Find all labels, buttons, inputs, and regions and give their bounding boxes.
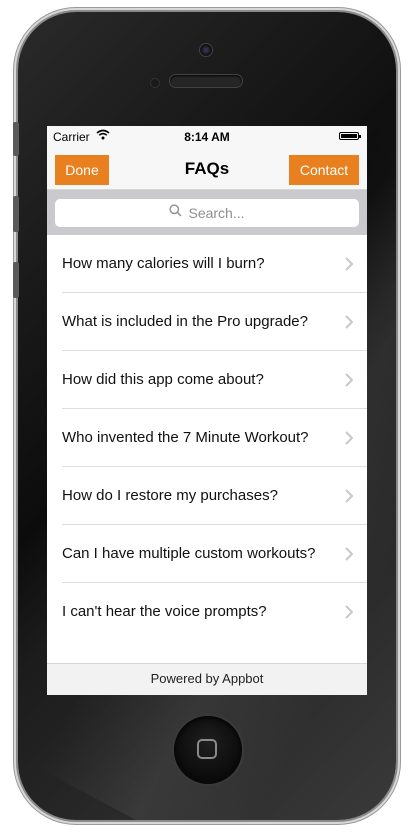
list-item[interactable]: I can't hear the voice prompts? xyxy=(47,583,367,641)
list-item[interactable]: What is included in the Pro upgrade? xyxy=(47,293,367,351)
list-item-label: How do I restore my purchases? xyxy=(62,487,278,504)
chevron-right-icon xyxy=(345,431,354,450)
status-bar: Carrier 8:14 AM xyxy=(47,126,367,146)
navigation-bar: Done FAQs Contact xyxy=(47,146,367,190)
list-item[interactable]: How did this app come about? xyxy=(47,351,367,409)
chevron-right-icon xyxy=(345,547,354,566)
search-input[interactable]: Search... xyxy=(55,199,359,227)
list-item-label: How many calories will I burn? xyxy=(62,255,265,272)
chevron-right-icon xyxy=(345,373,354,392)
list-item[interactable]: How do I restore my purchases? xyxy=(47,467,367,525)
search-icon xyxy=(169,204,183,222)
list-item-label: I can't hear the voice prompts? xyxy=(62,603,267,620)
battery-icon xyxy=(339,132,361,140)
chevron-right-icon xyxy=(345,489,354,508)
volume-up-button xyxy=(13,196,19,232)
search-placeholder: Search... xyxy=(188,205,245,221)
home-button[interactable] xyxy=(174,716,242,784)
contact-button[interactable]: Contact xyxy=(289,155,359,185)
earpiece-speaker xyxy=(170,75,242,87)
chevron-right-icon xyxy=(345,605,354,624)
list-item-label: What is included in the Pro upgrade? xyxy=(62,313,308,330)
home-button-icon xyxy=(197,739,217,759)
mute-switch xyxy=(13,122,19,156)
list-item-label: Who invented the 7 Minute Workout? xyxy=(62,429,309,446)
list-item[interactable]: How many calories will I burn? xyxy=(47,235,367,293)
status-time: 8:14 AM xyxy=(184,130,230,144)
list-item-label: How did this app come about? xyxy=(62,371,264,388)
faq-list: How many calories will I burn? What is i… xyxy=(47,235,367,641)
list-item[interactable]: Who invented the 7 Minute Workout? xyxy=(47,409,367,467)
search-bar: Search... xyxy=(47,190,367,235)
front-camera xyxy=(200,44,212,56)
list-item-label: Can I have multiple custom workouts? xyxy=(62,545,316,562)
chevron-right-icon xyxy=(345,315,354,334)
app-screen: Carrier 8:14 AM Done FAQs Contact Search… xyxy=(47,126,367,695)
chevron-right-icon xyxy=(345,257,354,276)
proximity-sensor xyxy=(151,79,159,87)
list-item[interactable]: Can I have multiple custom workouts? xyxy=(47,525,367,583)
powered-by-footer[interactable]: Powered by Appbot xyxy=(47,663,367,695)
volume-down-button xyxy=(13,262,19,298)
